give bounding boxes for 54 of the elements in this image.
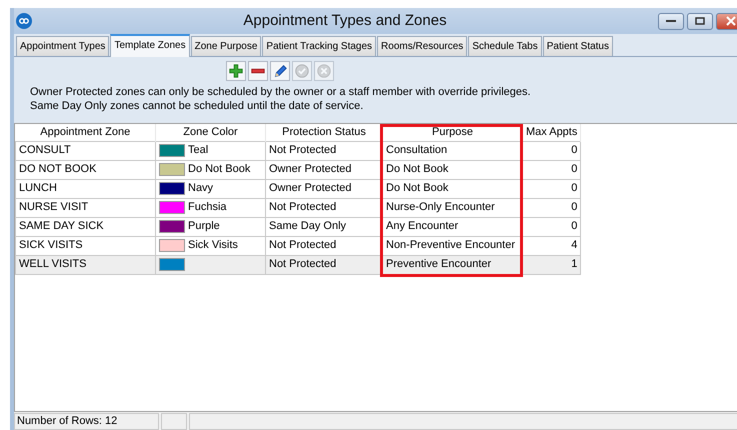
app-logo-icon [16,13,32,29]
table-cell: 0 [522,198,581,217]
tab[interactable]: Template Zones [110,34,190,57]
add-button[interactable] [226,61,246,81]
pencil-icon [272,63,288,79]
table-cell: 0 [522,160,581,179]
table-cell: Consultation [382,141,522,160]
table-cell: DO NOT BOOK [16,160,156,179]
table-cell: LUNCH [16,179,156,198]
table-cell: Preventive Encounter [382,255,522,274]
maximize-button[interactable] [687,12,713,30]
cancel-icon [316,63,332,79]
table-cell: 4 [522,236,581,255]
table-cell: 1 [522,255,581,274]
edit-button[interactable] [270,61,290,81]
window-title: Appointment Types and Zones [242,10,448,31]
close-icon [726,16,736,26]
tab[interactable]: Zone Purpose [190,36,262,56]
color-name: Teal [188,144,208,156]
add-icon [228,63,244,79]
table-cell: NURSE VISIT [16,198,156,217]
color-name: Fuchsia [188,201,227,214]
tab[interactable]: Patient Tracking Stages [262,36,376,56]
checkmark-icon [294,63,310,79]
info-text: Owner Protected zones can only be scheduled by the owner or a staff member with override privileges. [30,85,532,99]
table-cell: 0 [522,217,581,236]
table-cell: SAME DAY SICK [16,217,156,236]
column-header[interactable]: Appointment Zone [16,124,156,141]
color-name: Do Not Book [188,163,250,176]
tab[interactable]: Schedule Tabs [468,36,542,56]
column-header[interactable]: Max Appts [522,124,581,141]
table-cell: Not Protected [266,255,382,274]
table-cell: Not Protected [266,141,382,160]
table-cell: CONSULT [16,141,156,160]
tab[interactable]: Appointment Types [16,36,110,56]
table-cell: WELL VISITS [16,255,156,274]
info-text: Same Day Only zones cannot be scheduled until the date of service. [30,99,364,113]
tab[interactable]: Rooms/Resources [377,36,468,56]
color-name: Purple [188,220,220,232]
table-cell: 0 [522,179,581,198]
status-panel [161,413,187,430]
status-text: Number of Rows: 12 [14,413,159,430]
color-name: Sick Visits [188,239,238,252]
table-cell: SICK VISITS [16,236,156,255]
column-header[interactable]: Zone Color [156,124,266,141]
tab[interactable]: Patient Status [542,36,613,56]
minimize-icon [666,19,676,23]
remove-button[interactable] [248,61,268,81]
minimize-button[interactable] [658,12,684,30]
table-cell: 0 [522,141,581,160]
column-header[interactable]: Protection Status [266,124,382,141]
color-name: Navy [188,182,214,194]
close-button[interactable] [716,12,737,30]
maximize-icon [695,17,705,25]
